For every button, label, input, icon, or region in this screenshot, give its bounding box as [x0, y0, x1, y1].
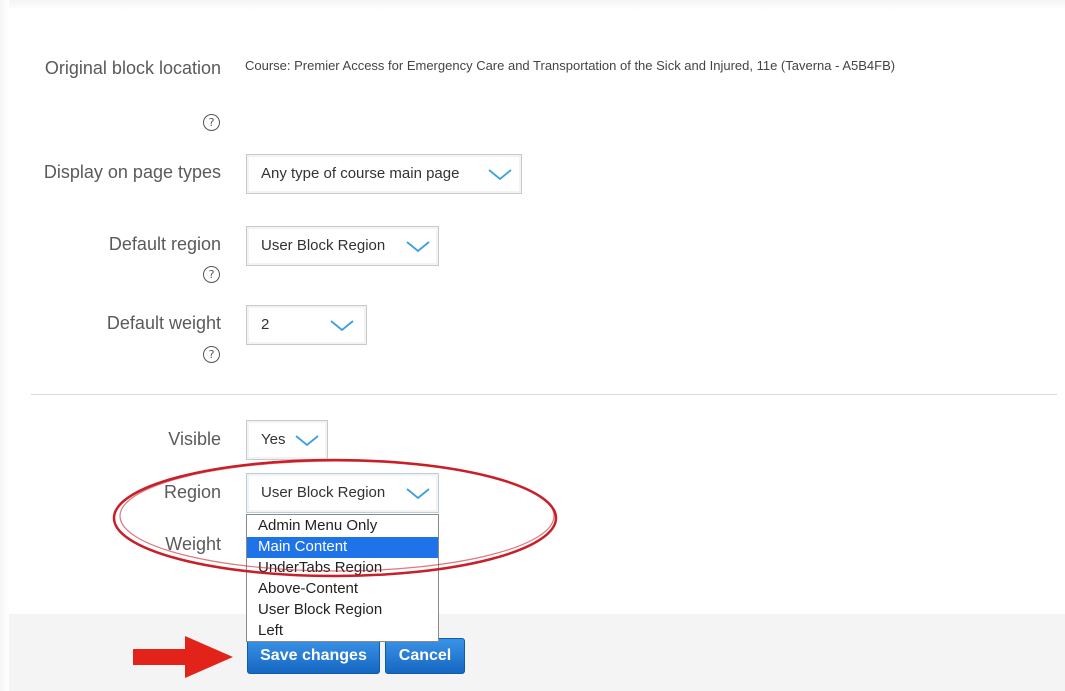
region-option-admin-menu-only[interactable]: Admin Menu Only [247, 516, 438, 537]
save-changes-button[interactable]: Save changes [247, 638, 380, 674]
region-options-list[interactable]: Admin Menu Only Main Content UnderTabs R… [246, 514, 439, 642]
window-edge-top [0, 0, 1065, 10]
original-location-label: Original block location [44, 58, 221, 78]
default-region-label: Default region [108, 234, 221, 254]
section-divider [31, 394, 1057, 395]
default-weight-value: 2 [261, 316, 270, 333]
default-weight-label: Default weight [106, 313, 221, 333]
annotation-ellipse [112, 458, 558, 578]
default-weight-select[interactable]: 2 [246, 305, 367, 345]
question-circle-icon[interactable]: ? [203, 346, 220, 363]
visible-value: Yes [261, 431, 286, 448]
original-location-value: Course: Premier Access for Emergency Car… [245, 58, 896, 73]
display-on-page-types-select[interactable]: Any type of course main page [246, 154, 522, 194]
display-on-page-types-value: Any type of course main page [261, 165, 460, 182]
default-region-value: User Block Region [261, 237, 386, 254]
region-label: Region [163, 482, 221, 502]
window-edge-left [0, 0, 9, 691]
chevron-down-icon [488, 169, 512, 181]
region-option-above-content[interactable]: Above-Content [247, 579, 438, 600]
chevron-down-icon [406, 241, 430, 253]
cancel-button[interactable]: Cancel [385, 638, 465, 674]
region-option-main-content[interactable]: Main Content [247, 537, 438, 558]
region-value: User Block Region [261, 484, 386, 501]
question-circle-icon[interactable]: ? [203, 266, 220, 283]
red-arrow [133, 636, 233, 678]
region-option-undertabs-region[interactable]: UnderTabs Region [247, 558, 438, 579]
chevron-down-icon [330, 320, 354, 332]
region-option-user-block-region[interactable]: User Block Region [247, 600, 438, 621]
region-option-left[interactable]: Left [247, 621, 438, 642]
region-select[interactable]: User Block Region [246, 473, 439, 513]
chevron-down-icon [295, 435, 319, 447]
default-region-select[interactable]: User Block Region [246, 226, 439, 266]
weight-label: Weight [165, 534, 221, 554]
visible-select[interactable]: Yes [246, 420, 328, 460]
display-on-page-types-label: Display on page types [43, 162, 221, 182]
chevron-down-icon [406, 488, 430, 500]
visible-label: Visible [168, 429, 221, 449]
question-circle-icon[interactable]: ? [203, 114, 220, 131]
